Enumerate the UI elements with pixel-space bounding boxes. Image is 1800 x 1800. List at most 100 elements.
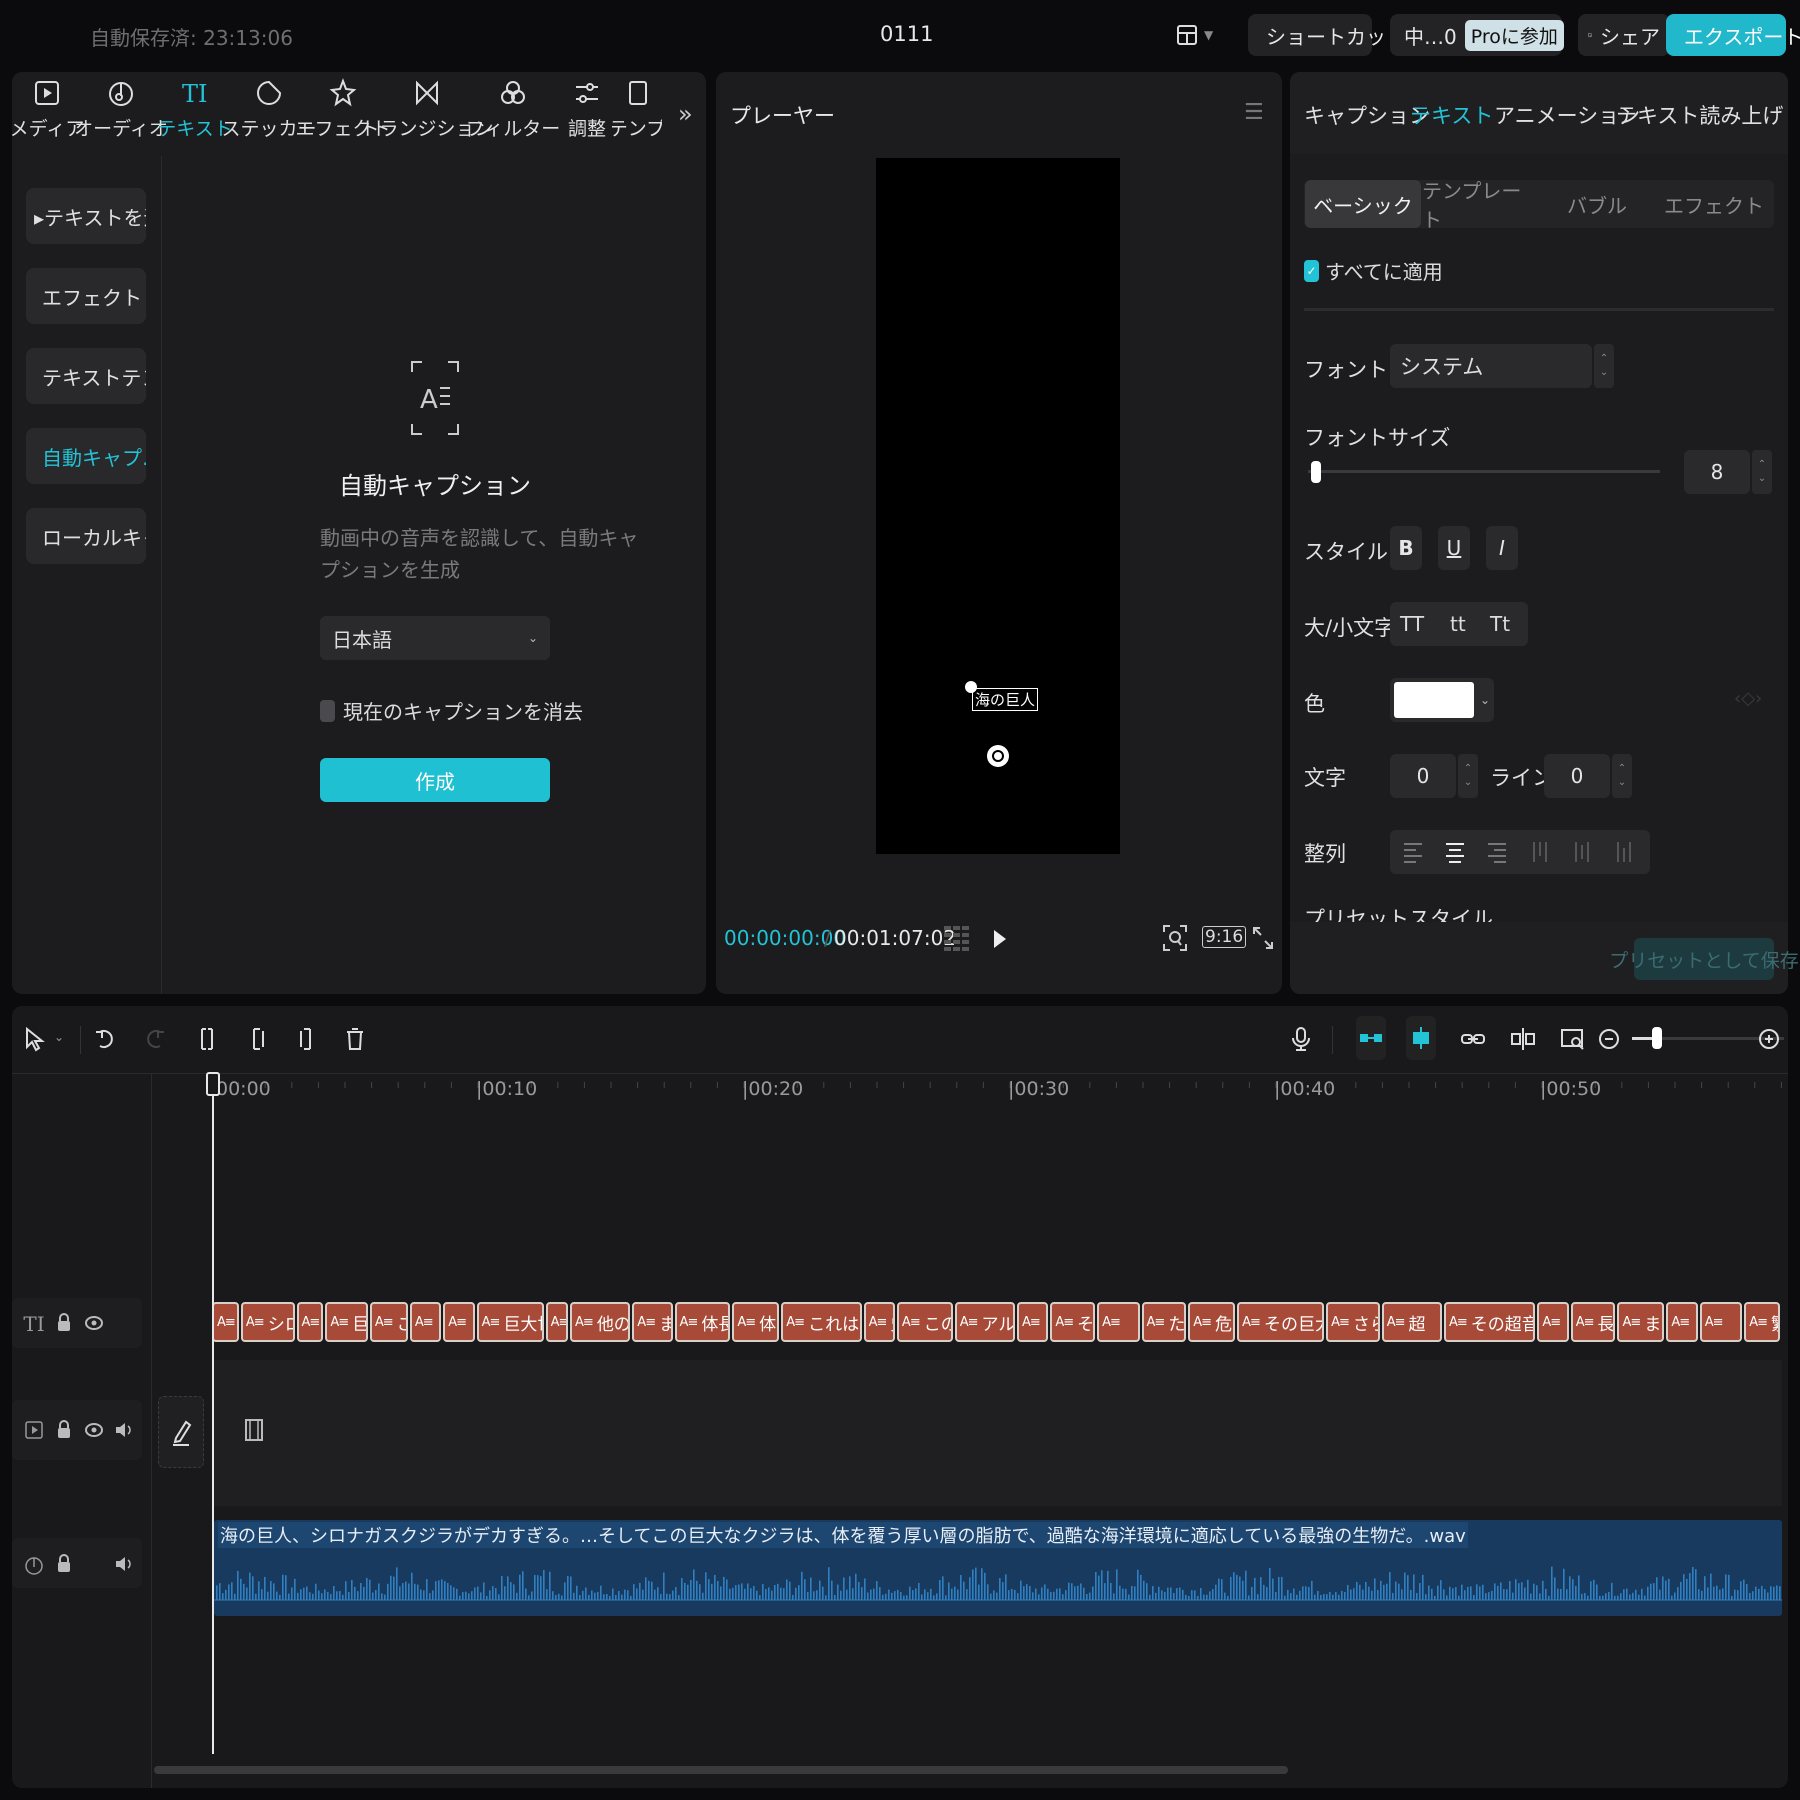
underline-button[interactable]: U bbox=[1438, 526, 1470, 570]
align-right-icon[interactable] bbox=[1486, 840, 1508, 864]
italic-button[interactable]: I bbox=[1486, 526, 1518, 570]
text-clip[interactable]: A≡さら bbox=[1326, 1302, 1380, 1342]
record-button[interactable] bbox=[1284, 1022, 1318, 1056]
caption-overlay[interactable]: 海の巨人 bbox=[972, 688, 1039, 711]
sidebar-item-local-caption[interactable]: ローカルキャ… bbox=[26, 508, 146, 564]
main-track-magnet-button[interactable] bbox=[1356, 1016, 1386, 1060]
align-vertical-top-icon[interactable] bbox=[1530, 840, 1552, 864]
tab-transition[interactable]: トランジション bbox=[361, 78, 494, 141]
bold-button[interactable]: B bbox=[1390, 526, 1422, 570]
zoom-in-button[interactable] bbox=[1752, 1022, 1786, 1056]
segment-effect[interactable]: エフェクト bbox=[1656, 180, 1772, 228]
tab-template[interactable]: テンプ bbox=[612, 78, 662, 141]
text-clip[interactable]: A≡ま bbox=[1017, 1302, 1049, 1342]
auto-snap-button[interactable] bbox=[1406, 1016, 1436, 1060]
apply-all-checkbox[interactable]: ✓ すべてに適用 bbox=[1304, 256, 1443, 285]
font-size-slider-track[interactable] bbox=[1308, 461, 1660, 483]
language-select[interactable]: 日本語 ⌄ bbox=[320, 616, 550, 660]
preview-axis-button[interactable] bbox=[1506, 1022, 1540, 1056]
font-stepper[interactable]: ⌃ ⌄ bbox=[1594, 344, 1614, 388]
text-clip[interactable]: A≡ アル bbox=[954, 1302, 1015, 1342]
font-size-stepper[interactable]: ⌃ ⌄ bbox=[1752, 450, 1772, 494]
zoom-slider-handle[interactable] bbox=[1652, 1027, 1662, 1049]
segment-basic[interactable]: ベーシック bbox=[1305, 180, 1421, 228]
text-clip[interactable]: A≡ 長 bbox=[1570, 1302, 1616, 1342]
text-clip[interactable]: A≡体長 bbox=[674, 1302, 731, 1342]
split-button[interactable] bbox=[190, 1022, 224, 1056]
case-lower-button[interactable]: tt bbox=[1450, 612, 1466, 636]
text-clip[interactable]: A≡ これは bbox=[781, 1302, 862, 1342]
segment-template[interactable]: テンプレート bbox=[1422, 179, 1538, 232]
align-vertical-bottom-icon[interactable] bbox=[1614, 840, 1636, 864]
trim-right-button[interactable] bbox=[290, 1022, 324, 1056]
text-clip[interactable]: A≡ま bbox=[632, 1302, 673, 1342]
line-spacing-input[interactable]: 0 bbox=[1544, 754, 1610, 798]
zoom-fit-icon[interactable] bbox=[1162, 924, 1188, 952]
text-clip[interactable]: A≡ bbox=[545, 1302, 569, 1342]
keyframe-icon[interactable]: ‹◇› bbox=[1734, 688, 1762, 709]
fullscreen-icon[interactable] bbox=[1252, 926, 1274, 950]
text-clip[interactable]: A≡ bbox=[1537, 1302, 1569, 1342]
char-spacing-stepper[interactable]: ⌃ ⌄ bbox=[1458, 754, 1478, 798]
export-button[interactable]: エクスポート bbox=[1666, 14, 1800, 56]
text-clip[interactable]: A≡し bbox=[443, 1302, 475, 1342]
text-clip[interactable]: A≡繁 bbox=[1744, 1302, 1780, 1342]
pro-button[interactable]: Proに参加 bbox=[1464, 19, 1564, 51]
select-tool[interactable] bbox=[18, 1022, 52, 1056]
text-clip[interactable]: A≡ そ bbox=[1050, 1302, 1096, 1342]
playhead-handle[interactable] bbox=[206, 1072, 220, 1096]
text-clip[interactable]: A≡その巨大 bbox=[1237, 1302, 1325, 1342]
eye-icon[interactable] bbox=[84, 1421, 104, 1439]
lock-icon[interactable] bbox=[56, 1420, 72, 1440]
line-spacing-stepper[interactable]: ⌃ ⌄ bbox=[1612, 754, 1632, 798]
text-clip[interactable]: A≡ 巨 bbox=[325, 1302, 368, 1342]
rotate-icon[interactable] bbox=[986, 744, 1010, 768]
delete-button[interactable] bbox=[338, 1022, 372, 1056]
redo-button[interactable] bbox=[138, 1022, 172, 1056]
player-menu-icon[interactable]: ☰ bbox=[1244, 100, 1264, 125]
caption-handle[interactable] bbox=[965, 681, 977, 693]
text-clip[interactable]: A≡ 体 bbox=[732, 1302, 780, 1342]
text-clip[interactable]: A≡まそ bbox=[1617, 1302, 1665, 1342]
video-track-area[interactable] bbox=[214, 1360, 1782, 1506]
text-clip[interactable]: A≡ 超 bbox=[1381, 1302, 1442, 1342]
font-size-slider-handle[interactable] bbox=[1311, 461, 1322, 483]
aspect-ratio-button[interactable]: 9:16 bbox=[1202, 926, 1247, 948]
share-button[interactable]: シェア bbox=[1578, 14, 1670, 56]
color-picker[interactable]: ⌄ bbox=[1390, 678, 1494, 722]
lock-icon[interactable] bbox=[56, 1313, 72, 1333]
align-center-icon[interactable] bbox=[1444, 840, 1466, 864]
text-clip[interactable]: A≡こ bbox=[369, 1302, 408, 1342]
zoom-out-button[interactable] bbox=[1592, 1022, 1626, 1056]
align-left-icon[interactable] bbox=[1402, 840, 1424, 864]
text-clip[interactable]: A≡ 危 bbox=[1188, 1302, 1236, 1342]
shortcuts-button[interactable]: ショートカット bbox=[1248, 14, 1406, 56]
clear-caption-checkbox[interactable]: 現在のキャプションを消去 bbox=[320, 696, 583, 725]
text-clip[interactable]: A≡ bbox=[212, 1302, 239, 1342]
font-size-input[interactable]: 8 bbox=[1684, 450, 1750, 494]
text-clip[interactable]: A≡シロ bbox=[240, 1302, 295, 1342]
font-select[interactable]: システム bbox=[1390, 344, 1592, 388]
sidebar-item-add-text[interactable]: ▸テキストを追加 bbox=[26, 188, 146, 244]
thumbnail-button[interactable] bbox=[1556, 1022, 1590, 1056]
checkbox-box[interactable] bbox=[320, 699, 335, 722]
text-clip[interactable]: A≡ bbox=[1097, 1302, 1140, 1342]
link-button[interactable] bbox=[1456, 1022, 1490, 1056]
check-icon[interactable]: ✓ bbox=[1304, 259, 1319, 282]
timeline-scrollbar[interactable] bbox=[154, 1766, 1288, 1774]
more-tabs-icon[interactable]: » bbox=[678, 100, 693, 128]
video-canvas[interactable]: 海の巨人 bbox=[876, 158, 1120, 854]
tab-audio[interactable]: オーディオ bbox=[74, 78, 168, 141]
chevron-down-icon[interactable]: ⌄ bbox=[54, 1030, 64, 1044]
audio-clip[interactable]: 海の巨人、シロナガスクジラがデカすぎる。…そしてこの巨大なクジラは、体を覆う厚い… bbox=[214, 1520, 1782, 1616]
text-clip[interactable]: A≡巨大世 bbox=[476, 1302, 544, 1342]
sidebar-item-auto-caption[interactable]: 自動キャプ… bbox=[26, 428, 146, 484]
align-vertical-center-icon[interactable] bbox=[1572, 840, 1594, 864]
text-clip[interactable]: A≡ 他の bbox=[570, 1302, 631, 1342]
text-clip[interactable]: A≡ bbox=[1666, 1302, 1698, 1342]
char-spacing-input[interactable]: 0 bbox=[1390, 754, 1456, 798]
tab-tts[interactable]: テキスト読み上げ bbox=[1616, 100, 1783, 130]
text-clip[interactable]: A≡ その超音 bbox=[1443, 1302, 1536, 1342]
text-clip[interactable]: A≡史 bbox=[863, 1302, 895, 1342]
text-clip[interactable]: A≡この bbox=[896, 1302, 953, 1342]
